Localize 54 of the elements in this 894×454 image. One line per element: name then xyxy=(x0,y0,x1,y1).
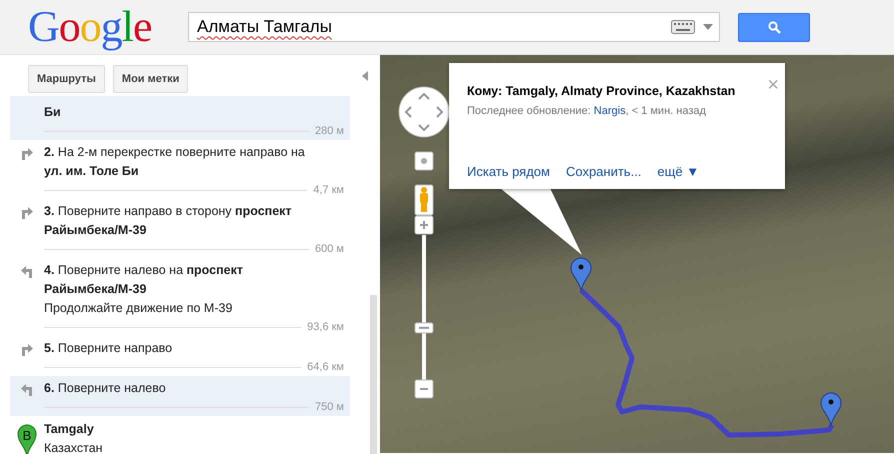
direction-step[interactable]: 5. Поверните направо 64,6 км xyxy=(10,336,350,376)
pegman-icon[interactable] xyxy=(414,184,434,216)
destination-name: Tamgaly xyxy=(44,421,95,438)
panel-button[interactable]: Мои метки xyxy=(112,65,188,93)
scrollbar[interactable] xyxy=(370,295,377,454)
step-distance: 4,7 км xyxy=(313,182,344,198)
direction-step[interactable]: 3. Поверните направо в сторону проспект Райымбека/М-39 600 м xyxy=(10,199,350,258)
step-text: 6. Поверните налево xyxy=(44,380,167,397)
zoom-in-button[interactable] xyxy=(414,216,434,234)
destination-marker-icon xyxy=(17,423,37,454)
turn-left-icon xyxy=(20,264,34,278)
pan-control[interactable] xyxy=(398,86,450,138)
step-note: Продолжайте движение по М-39 xyxy=(44,300,234,317)
direction-step[interactable]: 2. На 2-м перекрестке поверните направо на ул. им. Толе Би 4,7 км xyxy=(10,140,350,199)
search-box[interactable]: Алматы Тамгалы xyxy=(188,12,720,42)
marker-label: B xyxy=(22,427,32,445)
step-text: 4. Поверните налево на проспект Райымбека/М-39 xyxy=(44,262,244,298)
step-distance: 750 м xyxy=(315,400,344,414)
step-text: 2. На 2-м перекрестке поверните направо на ул. им. Толе Би xyxy=(44,144,306,180)
info-link[interactable]: Сохранить... xyxy=(566,162,642,181)
info-link[interactable]: Искать рядом xyxy=(467,162,550,181)
info-link[interactable]: ещё ▼ xyxy=(657,162,700,181)
turn-right-icon xyxy=(20,146,34,160)
collapse-arrow-icon[interactable] xyxy=(362,71,368,81)
info-title: Кому: Tamgaly, Almaty Province, Kazakhstan xyxy=(467,83,736,100)
zoom-slider-track[interactable] xyxy=(422,235,426,380)
map-pin-icon[interactable] xyxy=(820,392,842,426)
zoom-slider-handle[interactable] xyxy=(414,322,434,334)
map-pin-icon[interactable] xyxy=(570,258,592,290)
destination-country: Казахстан xyxy=(44,440,104,454)
step-text: Би xyxy=(44,104,62,121)
satellite-map[interactable]: Кому: Tamgaly, Almaty Province, Kazakhstan × Последнее обновление: Nargis, < 1 мин. назад Искать рядом Сохранить... ещё ▼ xyxy=(380,55,894,453)
turn-right-icon xyxy=(20,342,34,356)
direction-step[interactable]: 6. Поверните налево 750 м xyxy=(10,376,350,416)
direction-step[interactable]: 4. Поверните налево на проспект Райымбека/М-39 Продолжайте движение по М-39 93,6 км xyxy=(10,258,350,336)
panel-button[interactable]: Маршруты xyxy=(28,65,105,93)
turn-right-icon xyxy=(20,205,34,219)
update-info: Последнее обновление: Nargis, < 1 мин. назад xyxy=(467,104,707,119)
step-text: 3. Поверните направо в сторону проспект Райымбека/М-39 xyxy=(44,203,293,239)
step-text: 5. Поверните направо xyxy=(44,340,174,357)
step-distance: 64,6 км xyxy=(307,360,344,374)
caret-icon[interactable] xyxy=(703,24,713,30)
step-distance: 93,6 км xyxy=(307,320,344,334)
location-button[interactable] xyxy=(414,152,434,170)
turn-left-icon xyxy=(20,382,34,396)
keyboard-icon[interactable] xyxy=(671,20,695,34)
google-logo[interactable]: Google xyxy=(28,5,178,49)
search-button[interactable] xyxy=(738,12,810,42)
author-link[interactable]: Nargis xyxy=(594,105,626,117)
zoom-out-button[interactable] xyxy=(414,380,434,398)
step-distance: 600 м xyxy=(315,242,344,256)
search-icon xyxy=(768,20,780,34)
direction-step[interactable]: Би 280 м xyxy=(10,96,350,140)
step-distance: 280 м xyxy=(315,124,344,138)
